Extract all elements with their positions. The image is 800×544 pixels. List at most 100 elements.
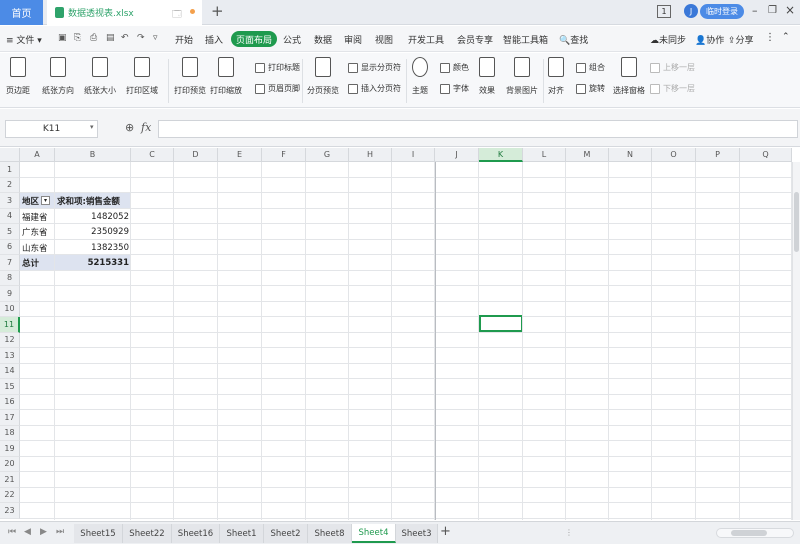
selection-pane-button[interactable]: 选择窗格	[613, 57, 645, 96]
pivot-row-label[interactable]: 山东省	[20, 240, 55, 255]
collapse-ribbon-icon[interactable]: ⌃	[782, 32, 790, 42]
rotate-button[interactable]: 旋转	[576, 83, 605, 94]
row-header-10[interactable]: 10	[0, 301, 20, 317]
filter-dropdown-icon[interactable]: ▾	[41, 196, 51, 205]
function-icon[interactable]: fx	[141, 121, 151, 134]
pivot-total-label[interactable]: 总计	[20, 255, 55, 270]
row-header-21[interactable]: 21	[0, 472, 20, 488]
page-break-preview-button[interactable]: 分页预览	[307, 57, 339, 96]
bring-forward-button[interactable]: 上移一层	[650, 62, 695, 73]
column-header-g[interactable]: G	[306, 148, 349, 162]
sheet-tab-sheet16[interactable]: Sheet16	[172, 524, 220, 543]
row-header-23[interactable]: 23	[0, 503, 20, 519]
window-count-badge[interactable]: 1	[657, 5, 671, 18]
name-box[interactable]: K11	[5, 120, 98, 138]
row-header-15[interactable]: 15	[0, 379, 20, 395]
pivot-row-value[interactable]: 1482052	[55, 209, 131, 224]
row-header-20[interactable]: 20	[0, 456, 20, 472]
sheet-tab-sheet4[interactable]: Sheet4	[352, 524, 396, 543]
formula-input[interactable]	[158, 120, 798, 138]
print-icon[interactable]: ⎙	[90, 33, 97, 43]
column-header-a[interactable]: A	[20, 148, 55, 162]
pivot-row-value[interactable]: 2350929	[55, 224, 131, 239]
group-button[interactable]: 组合	[576, 62, 605, 73]
zoom-icon[interactable]: ⊕	[125, 121, 134, 134]
pivot-total-value[interactable]: 5215331	[55, 255, 131, 270]
add-sheet-button[interactable]: +	[440, 524, 451, 539]
export-icon[interactable]: ⎘	[74, 33, 81, 43]
menu-review[interactable]: 审阅	[344, 33, 362, 46]
send-backward-button[interactable]: 下移一层	[650, 83, 695, 94]
new-tab-button[interactable]: +	[211, 2, 224, 20]
avatar[interactable]: J	[684, 4, 698, 18]
row-header-14[interactable]: 14	[0, 363, 20, 379]
menu-developer[interactable]: 开发工具	[408, 33, 444, 46]
pivot-header-value[interactable]: 求和项:销售金额	[55, 193, 131, 208]
chevron-down-icon[interactable]: ▾	[90, 123, 94, 131]
theme-button[interactable]: 主题	[412, 57, 428, 96]
more-icon[interactable]: ⋮	[765, 32, 775, 43]
menu-member[interactable]: 会员专享	[457, 33, 493, 46]
undo-icon[interactable]: ↶	[121, 33, 129, 43]
header-footer-button[interactable]: 页眉页脚	[255, 83, 300, 94]
sheet-tab-sheet22[interactable]: Sheet22	[123, 524, 172, 543]
restore-icon[interactable]: ❐	[768, 5, 777, 16]
vertical-scrollbar[interactable]	[792, 162, 800, 520]
row-header-9[interactable]: 9	[0, 286, 20, 302]
row-header-6[interactable]: 6	[0, 239, 20, 255]
row-header-17[interactable]: 17	[0, 410, 20, 426]
close-icon[interactable]: ×	[785, 3, 795, 17]
tab-screen-icon[interactable]: 🗔	[172, 7, 182, 23]
fonts-button[interactable]: 字体	[440, 83, 469, 94]
column-header-o[interactable]: O	[652, 148, 696, 162]
column-header-k[interactable]: K	[479, 148, 523, 162]
last-sheet-icon[interactable]: ⏭	[56, 527, 64, 537]
sheet-tab-sheet2[interactable]: Sheet2	[264, 524, 308, 543]
column-header-n[interactable]: N	[609, 148, 652, 162]
menu-toolbox[interactable]: 智能工具箱	[503, 33, 548, 46]
temp-login-button[interactable]: 临时登录	[700, 4, 744, 19]
column-header-p[interactable]: P	[696, 148, 740, 162]
insert-page-break-button[interactable]: 插入分页符	[348, 83, 401, 94]
sheet-tab-sheet15[interactable]: Sheet15	[74, 524, 123, 543]
print-area-button[interactable]: 打印区域	[126, 57, 158, 96]
menu-formulas[interactable]: 公式	[283, 33, 301, 46]
print-titles-button[interactable]: 打印标题	[255, 62, 300, 73]
column-header-c[interactable]: C	[131, 148, 174, 162]
row-header-22[interactable]: 22	[0, 487, 20, 503]
pivot-row-value[interactable]: 1382350	[55, 240, 131, 255]
orientation-button[interactable]: 纸张方向	[42, 57, 74, 96]
pivot-header-region[interactable]: 地区 ▾	[20, 193, 55, 208]
row-header-7[interactable]: 7	[0, 255, 20, 271]
next-sheet-icon[interactable]: ▶	[40, 527, 47, 537]
search-button[interactable]: 🔍查找	[559, 33, 588, 46]
colors-button[interactable]: 颜色	[440, 62, 469, 73]
collab-button[interactable]: 👤协作	[695, 33, 724, 46]
row-header-18[interactable]: 18	[0, 425, 20, 441]
column-header-d[interactable]: D	[174, 148, 218, 162]
column-header-i[interactable]: I	[392, 148, 435, 162]
prev-sheet-icon[interactable]: ◀	[24, 527, 31, 537]
menu-insert[interactable]: 插入	[205, 33, 223, 46]
align-button[interactable]: 对齐	[548, 57, 564, 96]
row-header-8[interactable]: 8	[0, 270, 20, 286]
column-header-h[interactable]: H	[349, 148, 392, 162]
row-header-13[interactable]: 13	[0, 348, 20, 364]
sync-status[interactable]: ☁未同步	[650, 33, 686, 46]
active-cell-k11[interactable]	[479, 315, 523, 332]
vertical-scroll-thumb[interactable]	[794, 192, 799, 252]
sheet-tab-sheet3[interactable]: Sheet3	[396, 524, 438, 543]
column-header-f[interactable]: F	[262, 148, 306, 162]
row-header-2[interactable]: 2	[0, 177, 20, 193]
spreadsheet-grid[interactable]: 地区 ▾ 求和项:销售金额 福建省 1482052 广东省 2350929 山东…	[0, 148, 800, 520]
effects-button[interactable]: 效果	[479, 57, 495, 96]
column-header-m[interactable]: M	[566, 148, 609, 162]
paper-size-button[interactable]: 纸张大小	[84, 57, 116, 96]
margins-button[interactable]: 页边距	[6, 57, 30, 96]
save-icon[interactable]: ▣	[58, 33, 67, 43]
show-page-breaks-checkbox[interactable]: 显示分页符	[348, 62, 401, 73]
row-header-19[interactable]: 19	[0, 441, 20, 457]
row-header-1[interactable]: 1	[0, 162, 20, 178]
print-scale-button[interactable]: 打印缩放	[210, 57, 242, 96]
file-menu[interactable]: ≡ 文件 ▾	[6, 33, 42, 46]
